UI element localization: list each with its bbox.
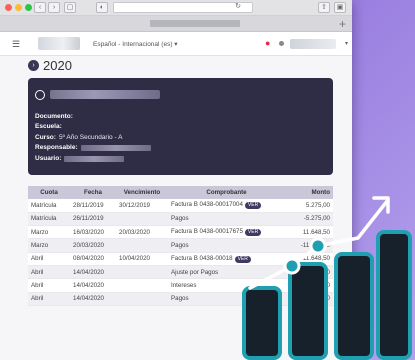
fecha-cell: 28/11/2019 bbox=[70, 199, 116, 213]
vencimiento-cell: 10/04/2020 bbox=[116, 252, 168, 266]
column-header-vencimiento: Vencimiento bbox=[116, 186, 168, 199]
documento-label: Documento: bbox=[35, 113, 73, 120]
escuela-row: Escuela: bbox=[35, 122, 151, 132]
sidebar-icon[interactable]: ▢ bbox=[64, 2, 76, 13]
column-header-fecha: Fecha bbox=[70, 186, 116, 199]
tab-bar: + bbox=[0, 16, 352, 32]
cuota-cell: Abril bbox=[28, 292, 70, 306]
cuota-cell: Matrícula bbox=[28, 199, 70, 213]
student-info-card: Documento: Escuela: Curso: 5º Año Secund… bbox=[28, 78, 333, 175]
menu-icon[interactable]: ☰ bbox=[10, 39, 22, 50]
curso-value: 5º Año Secundario - A bbox=[58, 133, 123, 141]
comprobante-text: Factura B 0438-00017004 bbox=[171, 201, 243, 209]
growth-bar-1 bbox=[242, 286, 282, 360]
curso-label: Curso: bbox=[35, 133, 56, 141]
growth-bar-4 bbox=[376, 230, 412, 360]
close-window-button[interactable] bbox=[5, 4, 12, 11]
student-name bbox=[50, 90, 160, 99]
curso-row: Curso: 5º Año Secundario - A bbox=[35, 133, 151, 143]
student-details: Documento: Escuela: Curso: 5º Año Secund… bbox=[35, 112, 151, 164]
fecha-cell: 14/04/2020 bbox=[70, 292, 116, 306]
chevron-icon[interactable]: › bbox=[28, 60, 39, 71]
fecha-cell: 14/04/2020 bbox=[70, 265, 116, 280]
cuota-cell: Abril bbox=[28, 278, 70, 293]
school-logo bbox=[38, 37, 80, 50]
vencimiento-cell: 30/12/2019 bbox=[116, 199, 168, 213]
tabs-overview-icon[interactable]: ▣ bbox=[334, 2, 346, 13]
user-circle-icon[interactable] bbox=[35, 90, 45, 100]
comprobante-text: Ajuste por Pagos bbox=[171, 268, 219, 276]
back-icon[interactable]: ‹ bbox=[34, 2, 46, 13]
share-icon[interactable]: ⇧ bbox=[318, 2, 330, 13]
cuota-cell: Marzo bbox=[28, 225, 70, 240]
maximize-window-button[interactable] bbox=[25, 4, 32, 11]
user-menu[interactable] bbox=[290, 39, 336, 49]
language-selector[interactable]: Español - Internacional (es) ▾ bbox=[93, 40, 178, 48]
growth-chart-icon bbox=[242, 196, 412, 360]
growth-bar-3 bbox=[334, 252, 374, 360]
notification-icon[interactable]: ● bbox=[265, 38, 270, 48]
chevron-down-icon[interactable]: ▾ bbox=[345, 40, 348, 47]
cuota-cell: Abril bbox=[28, 265, 70, 280]
responsable-value bbox=[80, 145, 151, 152]
new-tab-icon[interactable]: + bbox=[339, 17, 346, 31]
fecha-cell: 20/03/2020 bbox=[70, 238, 116, 253]
app-header: ☰ Español - Internacional (es) ▾ ● ▾ bbox=[0, 32, 352, 56]
vencimiento-cell: 20/03/2020 bbox=[116, 225, 168, 240]
vencimiento-cell bbox=[116, 292, 168, 306]
minimize-window-button[interactable] bbox=[15, 4, 22, 11]
responsable-row: Responsable: bbox=[35, 143, 151, 153]
usuario-row: Usuario: bbox=[35, 154, 151, 164]
trend-point-1 bbox=[283, 257, 301, 275]
comprobante-text: Factura B 0438-00017675 bbox=[171, 228, 243, 236]
reload-icon[interactable]: ↻ bbox=[232, 2, 244, 13]
comprobante-text: Intereses bbox=[171, 281, 197, 289]
cuota-cell: Marzo bbox=[28, 238, 70, 253]
cuota-cell: Matrícula bbox=[28, 212, 70, 227]
forward-icon[interactable]: › bbox=[48, 2, 60, 13]
fecha-cell: 14/04/2020 bbox=[70, 278, 116, 293]
escuela-label: Escuela: bbox=[35, 123, 62, 131]
fecha-cell: 08/04/2020 bbox=[70, 252, 116, 266]
usuario-label: Usuario: bbox=[35, 154, 62, 162]
comprobante-text: Pagos bbox=[171, 295, 189, 303]
responsable-label: Responsable: bbox=[35, 144, 78, 152]
comprobante-text: Pagos bbox=[171, 215, 189, 223]
cuota-cell: Abril bbox=[28, 252, 70, 266]
tab-title[interactable] bbox=[150, 20, 240, 27]
fecha-cell: 16/03/2020 bbox=[70, 225, 116, 240]
vencimiento-cell bbox=[116, 238, 168, 253]
page-title: 2020 bbox=[43, 58, 72, 73]
column-header-cuota: Cuota bbox=[28, 186, 70, 199]
usuario-value bbox=[64, 155, 125, 162]
vencimiento-cell bbox=[116, 278, 168, 293]
message-icon[interactable] bbox=[279, 41, 284, 46]
shield-icon[interactable]: ◐ bbox=[96, 2, 108, 13]
trend-point-2 bbox=[309, 237, 327, 255]
vencimiento-cell bbox=[116, 212, 168, 227]
year-header: › 2020 bbox=[28, 58, 72, 73]
window-controls bbox=[5, 4, 32, 11]
growth-bar-2 bbox=[288, 262, 328, 360]
comprobante-text: Factura B 0438-00018 bbox=[171, 254, 233, 262]
comprobante-text: Pagos bbox=[171, 242, 189, 250]
browser-toolbar: ‹ › ▢ ◐ ↻ ⇧ ▣ bbox=[0, 0, 352, 16]
fecha-cell: 26/11/2019 bbox=[70, 212, 116, 227]
documento-row: Documento: bbox=[35, 112, 151, 122]
vencimiento-cell bbox=[116, 265, 168, 280]
